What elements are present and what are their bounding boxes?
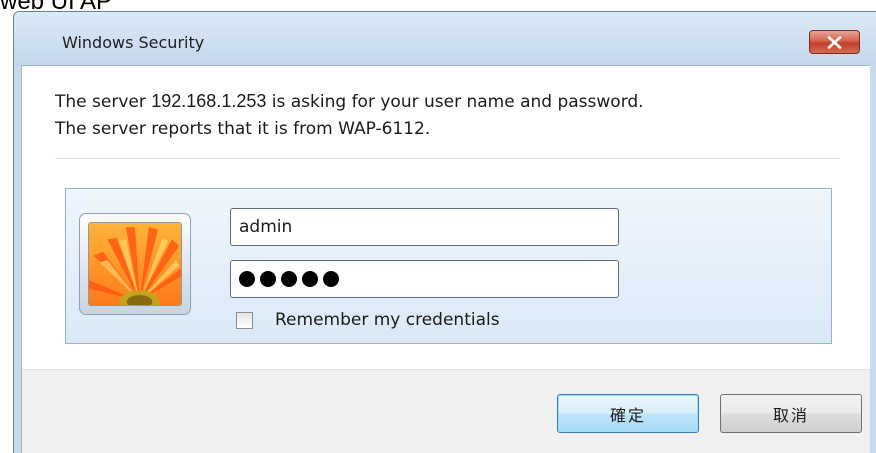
password-dot	[281, 271, 297, 287]
dialog-body: The server 192.168.1.253 is asking for y…	[21, 65, 870, 453]
button-bar: 確定 取消	[22, 369, 870, 453]
message-line-1: The server 192.168.1.253 is asking for y…	[55, 88, 644, 116]
screen: web UI AP Windows Security The server 19…	[0, 0, 876, 453]
server-host: 192.168.1.253	[151, 91, 267, 111]
server-message: The server 192.168.1.253 is asking for y…	[55, 88, 644, 143]
message-line-2: The server reports that it is from WAP-6…	[55, 119, 431, 139]
password-dot	[239, 271, 255, 287]
title-bar[interactable]: Windows Security	[14, 12, 876, 65]
user-tile-flower-icon	[88, 222, 182, 306]
remember-credentials[interactable]: Remember my credentials	[236, 310, 500, 330]
ok-button[interactable]: 確定	[557, 394, 699, 433]
password-dot	[323, 271, 339, 287]
windows-security-dialog: Windows Security The server 192.168.1.25…	[13, 11, 876, 453]
password-field[interactable]	[230, 260, 619, 298]
password-dot	[260, 271, 276, 287]
credential-tile[interactable]: admin Remember my credentials	[65, 188, 832, 344]
close-x-icon	[827, 35, 842, 49]
close-button[interactable]	[809, 30, 860, 54]
cancel-button[interactable]: 取消	[720, 394, 862, 433]
separator	[55, 158, 840, 159]
user-avatar	[79, 213, 191, 315]
message-suffix: is asking for your user name and passwor…	[266, 92, 644, 112]
remember-label: Remember my credentials	[275, 310, 500, 330]
password-dot	[302, 271, 318, 287]
username-field[interactable]: admin	[230, 208, 619, 246]
window-title: Windows Security	[62, 33, 205, 52]
remember-checkbox[interactable]	[236, 311, 253, 329]
message-prefix: The server	[55, 92, 152, 112]
password-mask	[239, 261, 618, 297]
